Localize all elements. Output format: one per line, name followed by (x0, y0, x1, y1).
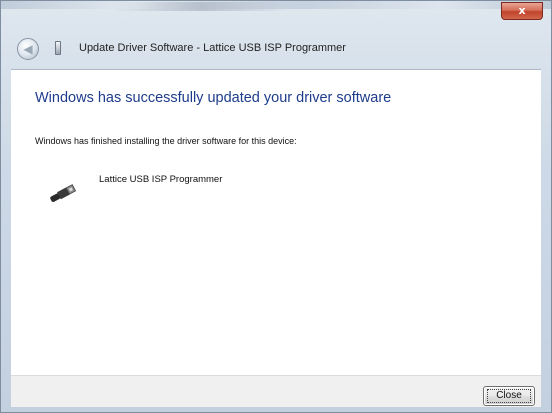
wizard-content: Windows has successfully updated your dr… (11, 69, 541, 375)
wizard-titlebar: ◀ Update Driver Software - Lattice USB I… (11, 29, 541, 69)
device-small-icon (55, 41, 61, 55)
status-message: Windows has finished installing the driv… (35, 136, 297, 146)
window-close-button[interactable]: x (501, 2, 543, 20)
usb-connector-icon (50, 184, 77, 202)
page-heading: Windows has successfully updated your dr… (35, 90, 392, 106)
dialog-window: x ◀ Update Driver Software - Lattice USB… (0, 0, 552, 413)
wizard-footer: Close (11, 375, 541, 407)
background-title-ghost (111, 2, 291, 11)
window-title: Update Driver Software - Lattice USB ISP… (79, 42, 346, 54)
close-button[interactable]: Close (483, 386, 535, 406)
back-arrow-button[interactable]: ◀ (17, 38, 39, 60)
back-arrow-icon: ◀ (23, 42, 33, 56)
close-button-label: Close (496, 390, 522, 401)
device-name: Lattice USB ISP Programmer (99, 174, 223, 185)
